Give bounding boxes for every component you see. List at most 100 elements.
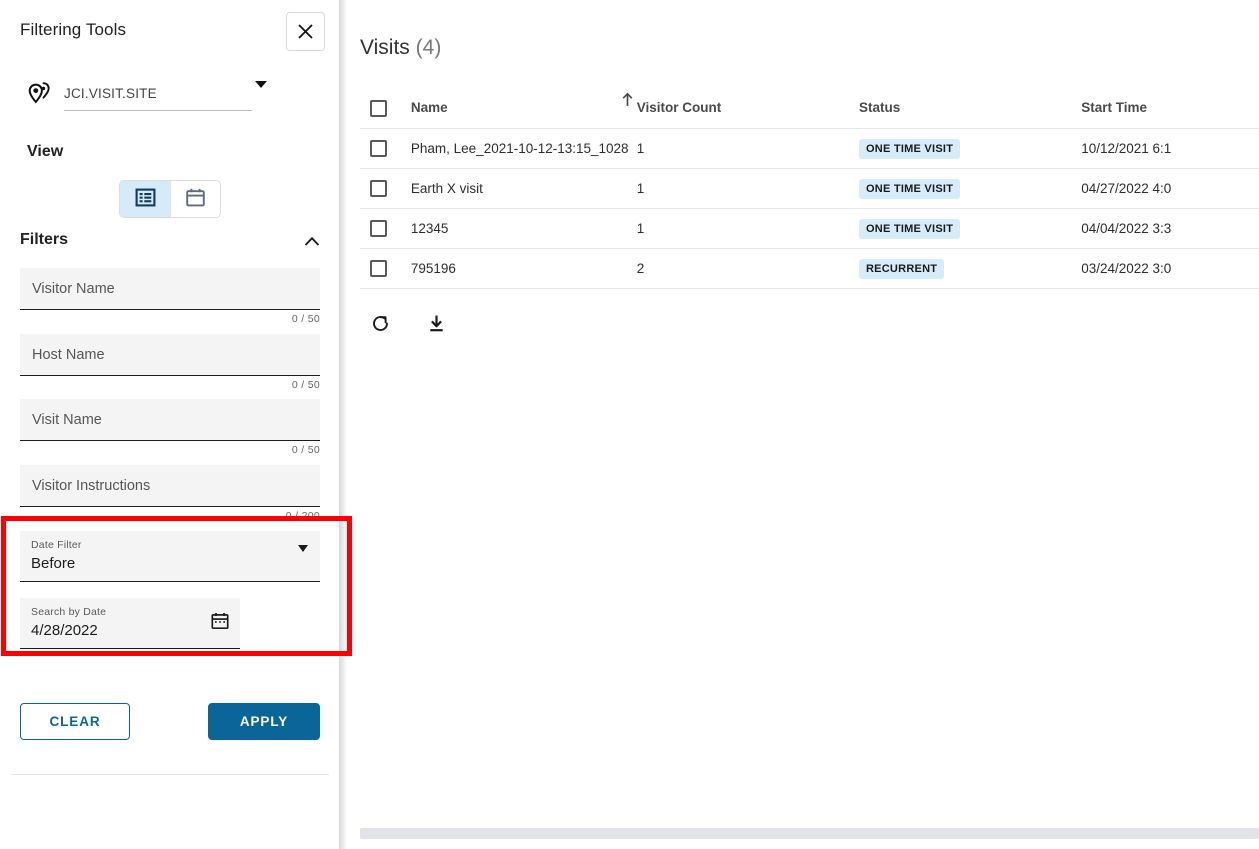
visit-name-input[interactable]: Visit Name [20,399,320,441]
cell-name: 12345 [411,220,637,238]
cell-start-time-text: 04/04/2022 3:3 [1081,220,1172,236]
cell-name-text: 12345 [410,220,449,236]
date-filter-select[interactable]: Date Filter Before [20,531,320,582]
search-by-date-field[interactable]: Search by Date 4/28/2022 [20,598,240,649]
cell-status: RECURRENT [858,258,1081,279]
calendar-picker-button[interactable] [208,610,232,634]
cell-name: Pham, Lee_2021-10-12-13:15_1028 [411,140,637,158]
column-header-visitor-count-label: Visitor Count [636,100,722,115]
view-toggle-list[interactable] [120,181,170,217]
site-selector-row: JCI.VISIT.SITE [24,78,314,114]
table-toolbar [360,305,456,345]
app-root: Filtering Tools JCI.VISIT.SITE View Filt… [0,0,1259,849]
chevron-down-icon [298,545,308,570]
row-select-cell [360,180,411,197]
cell-status: ONE TIME VISIT [858,178,1081,199]
visits-count: (4) [415,36,442,59]
column-header-start-time-label: Start Time [1081,100,1147,115]
calendar-icon [210,611,230,634]
cell-visitor-count-text: 1 [636,220,645,236]
column-header-visitor-count[interactable]: Visitor Count [637,99,859,117]
select-all-cell [360,99,411,117]
apply-button[interactable]: APPLY [208,703,320,740]
host-name-placeholder: Host Name [32,346,105,363]
close-button[interactable] [286,12,325,51]
site-select-value: JCI.VISIT.SITE [64,86,157,101]
sort-ascending-arrow-icon[interactable] [620,91,635,113]
panel-divider [11,774,329,775]
refresh-button[interactable] [360,305,400,345]
cell-name-text: Earth X visit [410,180,483,196]
download-button[interactable] [416,305,456,345]
cell-start-time: 03/24/2022 3:0 [1081,260,1259,278]
view-toggle-group [119,180,221,218]
cell-name: Earth X visit [411,180,637,198]
visit-name-placeholder: Visit Name [32,411,102,428]
column-header-name[interactable]: Name [411,92,637,117]
view-toggle-calendar[interactable] [170,181,220,217]
close-icon [297,23,314,40]
visitor-name-field: Visitor Name 0 / 50 [20,268,320,325]
cell-start-time-text: 04/27/2022 4:0 [1081,180,1172,196]
row-checkbox[interactable] [370,220,387,237]
table-row[interactable]: 795196 2 RECURRENT 03/24/2022 3:0 [360,249,1259,289]
clear-button[interactable]: CLEAR [20,703,130,740]
date-filter-value: Before [31,555,76,572]
cell-start-time: 04/04/2022 3:3 [1081,220,1259,238]
filters-title: Filters [20,231,69,248]
row-checkbox[interactable] [370,180,387,197]
view-label: View [27,143,64,160]
host-name-input[interactable]: Host Name [20,334,320,376]
horizontal-scrollbar[interactable] [360,828,1259,839]
visitor-instructions-counter: 0 / 200 [285,510,320,522]
cell-name-text: Pham, Lee_2021-10-12-13:15_1028 [410,140,629,156]
cell-visitor-count-text: 2 [636,260,645,276]
visits-table: Name Visitor Count Status Start Time Pha… [360,88,1259,289]
cell-visitor-count: 2 [637,260,859,278]
select-all-checkbox[interactable] [370,99,387,117]
chevron-up-icon [304,234,320,252]
cell-name-text: 795196 [410,260,456,276]
table-row[interactable]: 12345 1 ONE TIME VISIT 04/04/2022 3:3 [360,209,1259,249]
filters-section-header[interactable]: Filters [20,231,320,253]
map-pin-pair-icon [24,80,54,115]
visitor-name-placeholder: Visitor Name [32,280,115,297]
cell-visitor-count-text: 1 [636,140,645,156]
row-checkbox[interactable] [370,140,387,157]
cell-status: ONE TIME VISIT [858,218,1081,239]
column-header-start-time[interactable]: Start Time [1081,99,1259,117]
table-row[interactable]: Pham, Lee_2021-10-12-13:15_1028 1 ONE TI… [360,129,1259,169]
date-filter-label: Date Filter [31,539,82,551]
row-select-cell [360,140,411,157]
filtering-tools-panel: Filtering Tools JCI.VISIT.SITE View Filt… [0,0,339,849]
search-by-date-label: Search by Date [31,606,107,618]
cell-start-time-text: 03/24/2022 3:0 [1081,260,1172,276]
visits-heading-text: Visits [360,36,410,59]
cell-start-time: 04/27/2022 4:0 [1081,180,1259,198]
chevron-down-icon [255,81,267,106]
panel-edge-shadow [339,0,347,849]
cell-visitor-count: 1 [637,140,859,158]
list-view-icon [135,187,156,211]
visitor-instructions-placeholder: Visitor Instructions [32,477,151,494]
refresh-icon [370,313,391,337]
status-badge: ONE TIME VISIT [858,218,961,239]
table-row[interactable]: Earth X visit 1 ONE TIME VISIT 04/27/202… [360,169,1259,209]
cell-start-time: 10/12/2021 6:1 [1081,140,1259,158]
calendar-view-icon [185,187,206,211]
cell-status: ONE TIME VISIT [858,138,1081,159]
site-select[interactable]: JCI.VISIT.SITE [64,78,267,111]
cell-start-time-text: 10/12/2021 6:1 [1081,140,1172,156]
row-checkbox[interactable] [370,260,387,277]
table-header-row: Name Visitor Count Status Start Time [360,88,1259,129]
row-select-cell [360,260,411,277]
visitor-name-counter: 0 / 50 [291,313,320,325]
column-header-status[interactable]: Status [859,99,1081,117]
search-by-date-value: 4/28/2022 [31,622,98,639]
visitor-name-input[interactable]: Visitor Name [20,268,320,310]
visitor-instructions-input[interactable]: Visitor Instructions [20,465,320,507]
cell-visitor-count-text: 1 [636,180,645,196]
host-name-field: Host Name 0 / 50 [20,334,320,391]
visit-name-field: Visit Name 0 / 50 [20,399,320,456]
visitor-instructions-field: Visitor Instructions 0 / 200 [20,465,320,522]
